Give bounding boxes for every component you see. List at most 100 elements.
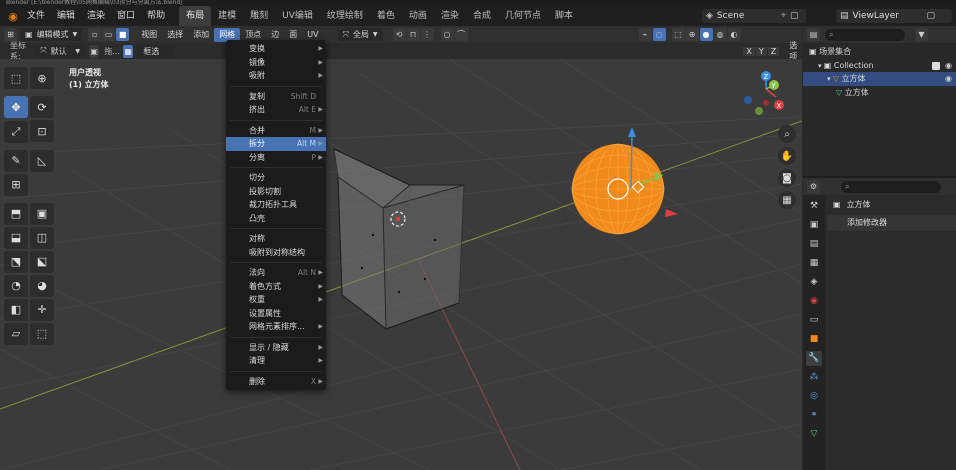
mesh-menu-item[interactable]: 着色方式 ▶: [226, 280, 326, 294]
pin-icon[interactable]: ⌖: [781, 11, 786, 21]
loop-cut-icon[interactable]: ◫: [30, 226, 54, 249]
transform-affect-icon[interactable]: ▣: [89, 44, 100, 58]
mesh-menu-item[interactable]: 法向 Alt N ▶: [226, 266, 326, 280]
top-menu-item[interactable]: 编辑: [51, 6, 81, 26]
modifier-tab-icon[interactable]: 🔧: [806, 351, 822, 366]
include-checkbox[interactable]: [932, 61, 940, 70]
select-mode-selector[interactable]: 框选: [138, 44, 176, 58]
eye-icon[interactable]: ◉: [945, 59, 952, 73]
viewport-menu-item[interactable]: 视图: [136, 26, 162, 43]
bevel-icon[interactable]: ⬓: [4, 226, 28, 249]
top-menu-item[interactable]: 渲染: [81, 6, 111, 26]
mesh-menu-item[interactable]: 显示 / 隐藏 ▶: [226, 341, 326, 355]
pan-hand-icon[interactable]: ✋: [778, 147, 796, 165]
workspace-tab[interactable]: 布局: [179, 6, 212, 26]
view-layer-selector[interactable]: ▤ ViewLayer ▢: [836, 9, 952, 23]
proportional-edit-icon[interactable]: ○: [440, 28, 454, 41]
smooth-icon[interactable]: ◕: [30, 274, 54, 297]
mesh-menu-item[interactable]: 权重 ▶: [226, 293, 326, 307]
top-menu-item[interactable]: 文件: [21, 6, 51, 26]
render-tab-icon[interactable]: ▣: [806, 218, 822, 233]
workspace-tab[interactable]: 雕刻: [243, 6, 275, 26]
drag-select-icon[interactable]: ▦: [123, 44, 134, 58]
top-menu-item[interactable]: 窗口: [111, 6, 141, 26]
vertex-select-icon[interactable]: ▫: [88, 28, 102, 41]
scene-add-icon[interactable]: ▢: [790, 11, 799, 21]
workspace-tab[interactable]: 渲染: [434, 6, 466, 26]
snap-icon[interactable]: ⊓: [406, 28, 420, 41]
constraints-tab-icon[interactable]: ⚭: [806, 408, 822, 423]
extrude-icon[interactable]: ⬒: [4, 202, 28, 225]
world-tab-icon[interactable]: ◉: [806, 294, 822, 309]
add-cube-icon[interactable]: ⊞: [4, 173, 28, 196]
spin-icon[interactable]: ◔: [4, 274, 28, 297]
face-select-icon[interactable]: ■: [116, 28, 130, 41]
add-modifier-button[interactable]: 添加修改器: [827, 215, 956, 231]
select-box-icon[interactable]: ⬚: [4, 67, 28, 89]
mesh-menu-item[interactable]: 设置属性: [226, 307, 326, 321]
output-tab-icon[interactable]: ▤: [806, 237, 822, 252]
collection-tab-icon[interactable]: ▭: [806, 313, 822, 328]
mesh-menu-item[interactable]: 镜像 ▶: [226, 56, 326, 70]
workspace-tab[interactable]: 脚本: [548, 6, 580, 26]
shrink-icon[interactable]: ✛: [30, 298, 54, 321]
xray-icon[interactable]: ⬚: [671, 28, 685, 41]
viewport-menu-item[interactable]: 选择: [162, 26, 188, 43]
workspace-tab[interactable]: 合成: [466, 6, 498, 26]
view-layer-add-icon[interactable]: ▢: [927, 11, 936, 21]
outliner-row[interactable]: ▾ ▽ 立方体 ◉: [803, 72, 956, 86]
mesh-menu-item[interactable]: 切分: [226, 171, 326, 185]
physics-tab-icon[interactable]: ◎: [806, 389, 822, 404]
gizmo-visibility-icon[interactable]: ⌁: [638, 28, 652, 41]
properties-search-input[interactable]: ⌕: [841, 180, 941, 193]
rendered-shading-icon[interactable]: ◐: [727, 28, 741, 41]
snap-target-icon[interactable]: ⋮: [420, 28, 434, 41]
mesh-menu-item[interactable]: 吸附到对称结构: [226, 246, 326, 260]
outliner-editor-icon[interactable]: ▤: [807, 28, 820, 41]
workspace-tab[interactable]: 纹理绘制: [320, 6, 370, 26]
mesh-menu-item[interactable]: 吸附 ▶: [226, 69, 326, 83]
measure-icon[interactable]: ◺: [30, 149, 54, 172]
poly-build-icon[interactable]: ⬕: [30, 250, 54, 273]
mesh-menu-item[interactable]: 裁刀拓扑工具: [226, 198, 326, 212]
shear-icon[interactable]: ▱: [4, 322, 28, 345]
workspace-tab[interactable]: 动画: [402, 6, 434, 26]
transform-orientation-selector[interactable]: ⤧ 全局 ▼: [337, 28, 383, 41]
rip-icon[interactable]: ⬚: [30, 322, 54, 345]
data-tab-icon[interactable]: ▽: [806, 427, 822, 442]
mesh-menu-item[interactable]: 投影切割: [226, 185, 326, 199]
perspective-toggle-icon[interactable]: ▦: [778, 191, 796, 209]
eye-icon[interactable]: ◉: [945, 72, 952, 86]
zoom-icon[interactable]: ⌕: [778, 125, 796, 143]
workspace-tab[interactable]: UV编辑: [275, 6, 320, 26]
mesh-menu-item[interactable]: 复制 Shift D: [226, 90, 326, 104]
camera-view-icon[interactable]: ◙: [778, 169, 796, 187]
axis-y-toggle[interactable]: Y: [755, 46, 767, 56]
mesh-menu-item[interactable]: 变换 ▶: [226, 42, 326, 56]
mesh-menu-item[interactable]: 分离 P ▶: [226, 151, 326, 165]
knife-icon[interactable]: ⬔: [4, 250, 28, 273]
outliner-row[interactable]: ▾ ▣ Collection ◉: [803, 59, 956, 73]
mesh-menu-item[interactable]: 清理 ▶: [226, 354, 326, 368]
mesh-menu-item[interactable]: 删除 X ▶: [226, 375, 326, 389]
edge-select-icon[interactable]: ▭: [102, 28, 116, 41]
wireframe-shading-icon[interactable]: ⊕: [685, 28, 699, 41]
outliner-row[interactable]: ▣ 场景集合: [803, 45, 956, 59]
viewport-menu-item[interactable]: 添加: [188, 26, 214, 43]
properties-editor-icon[interactable]: ⚙: [807, 180, 820, 193]
annotate-icon[interactable]: ✎: [4, 149, 28, 172]
top-menu-item[interactable]: 帮助: [141, 6, 171, 26]
axis-z-toggle[interactable]: Z: [767, 46, 780, 56]
pivot-icon[interactable]: ⟲: [392, 28, 406, 41]
particles-tab-icon[interactable]: ⁂: [806, 370, 822, 385]
mesh-menu-item[interactable]: 挤出 Alt E ▶: [226, 103, 326, 117]
scale-icon[interactable]: ⤢: [4, 120, 28, 143]
3d-viewport[interactable]: Z X Y 用户透视 (1) 立方体 ⌕ ✋ ◙ ▦: [0, 59, 802, 470]
edge-slide-icon[interactable]: ◧: [4, 298, 28, 321]
workspace-tab[interactable]: 建模: [211, 6, 243, 26]
cursor-icon[interactable]: ⊕: [30, 67, 54, 89]
transform-icon[interactable]: ⊡: [30, 120, 54, 142]
move-icon[interactable]: ✥: [4, 96, 28, 118]
mesh-menu-item[interactable]: 网格元素排序... ▶: [226, 320, 326, 334]
outliner-row[interactable]: ▽ 立方体: [803, 86, 956, 100]
